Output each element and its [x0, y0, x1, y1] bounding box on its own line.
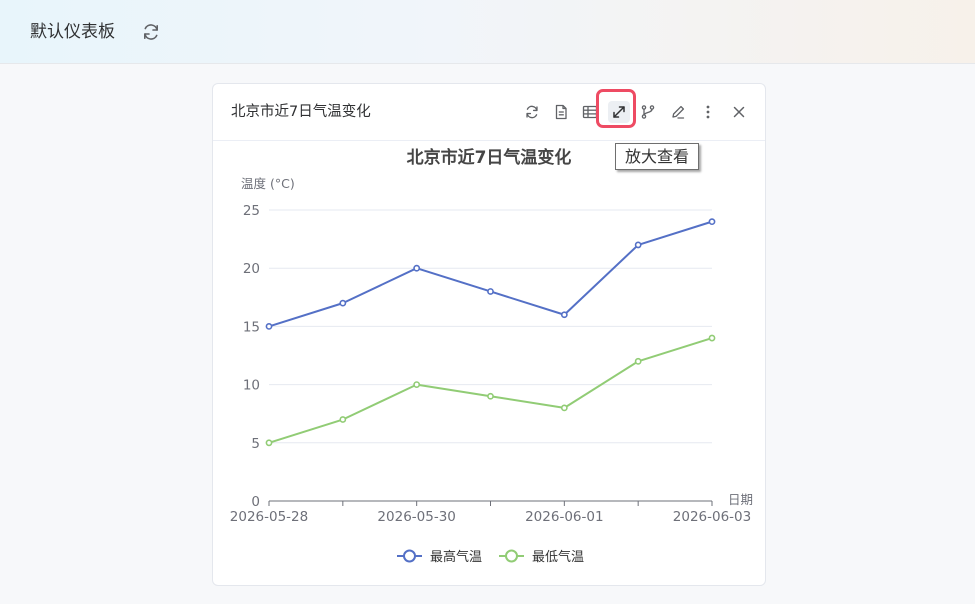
more-icon [706, 105, 710, 119]
edit-icon [672, 105, 685, 119]
x-tick-label: 2026-06-03 [673, 509, 751, 525]
series-line-1 [268, 220, 713, 328]
data-point [339, 299, 347, 307]
card-header: 北京市近7日气温变化 [213, 84, 765, 141]
dashboard-title: 默认仪表板 [30, 22, 115, 42]
drill-button[interactable] [637, 101, 659, 123]
data-point [634, 241, 642, 249]
data-point [339, 416, 347, 423]
chart-card: 北京市近7日气温变化 放大查看 北京市近7日气温变化 温度 (°C) 0 5 1… [212, 83, 766, 586]
document-icon [555, 104, 567, 120]
x-axis-label: 日期 [728, 492, 753, 507]
table-view-button[interactable] [579, 101, 601, 123]
close-icon [733, 106, 745, 118]
data-point [413, 264, 421, 272]
data-point [634, 357, 642, 365]
edit-button[interactable] [667, 101, 689, 123]
table-icon [582, 105, 598, 119]
data-point [560, 404, 568, 412]
chart-title: 北京市近7日气温变化 [407, 147, 572, 168]
data-point [487, 288, 494, 295]
y-tick-label: 15 [243, 319, 260, 335]
view-data-button[interactable] [550, 101, 572, 123]
expand-tooltip: 放大查看 [615, 143, 699, 170]
y-tick-label: 25 [243, 203, 260, 219]
x-tick-label: 2026-05-30 [377, 509, 455, 525]
y-tick-label: 10 [243, 378, 260, 394]
card-title: 北京市近7日气温变化 [231, 104, 371, 120]
legend-label: 最低气温 [532, 549, 584, 565]
y-tick-label: 20 [243, 261, 260, 277]
y-tick-label: 0 [251, 494, 260, 510]
data-point [413, 381, 421, 388]
close-button[interactable] [728, 101, 750, 123]
branch-icon [641, 105, 655, 119]
x-tick-label: 2026-06-01 [525, 509, 603, 525]
y-tick-label: 5 [251, 436, 260, 452]
refresh-icon [143, 24, 159, 40]
legend-marker [403, 549, 416, 563]
data-point [708, 334, 716, 342]
data-point [560, 311, 568, 319]
more-button[interactable] [697, 101, 719, 123]
dashboard-refresh-button[interactable] [140, 21, 162, 43]
expand-button[interactable] [608, 101, 630, 123]
expand-icon [613, 106, 625, 118]
data-point [708, 218, 716, 226]
y-axis-label: 温度 (°C) [241, 176, 295, 191]
x-tick-label: 2026-05-28 [230, 509, 308, 525]
temperature-line-chart: 北京市近7日气温变化温度 (°C) 0 5 10 15 20 25 2026-05-28 202… [230, 147, 753, 565]
card-refresh-button[interactable] [521, 101, 543, 123]
refresh-icon [526, 105, 538, 119]
data-point [265, 439, 273, 447]
data-point [487, 392, 494, 400]
series-line-2 [268, 337, 713, 444]
legend-marker [505, 549, 518, 563]
legend-label: 最高气温 [430, 549, 482, 565]
data-point [265, 322, 273, 330]
top-bar: 默认仪表板 [0, 0, 975, 64]
